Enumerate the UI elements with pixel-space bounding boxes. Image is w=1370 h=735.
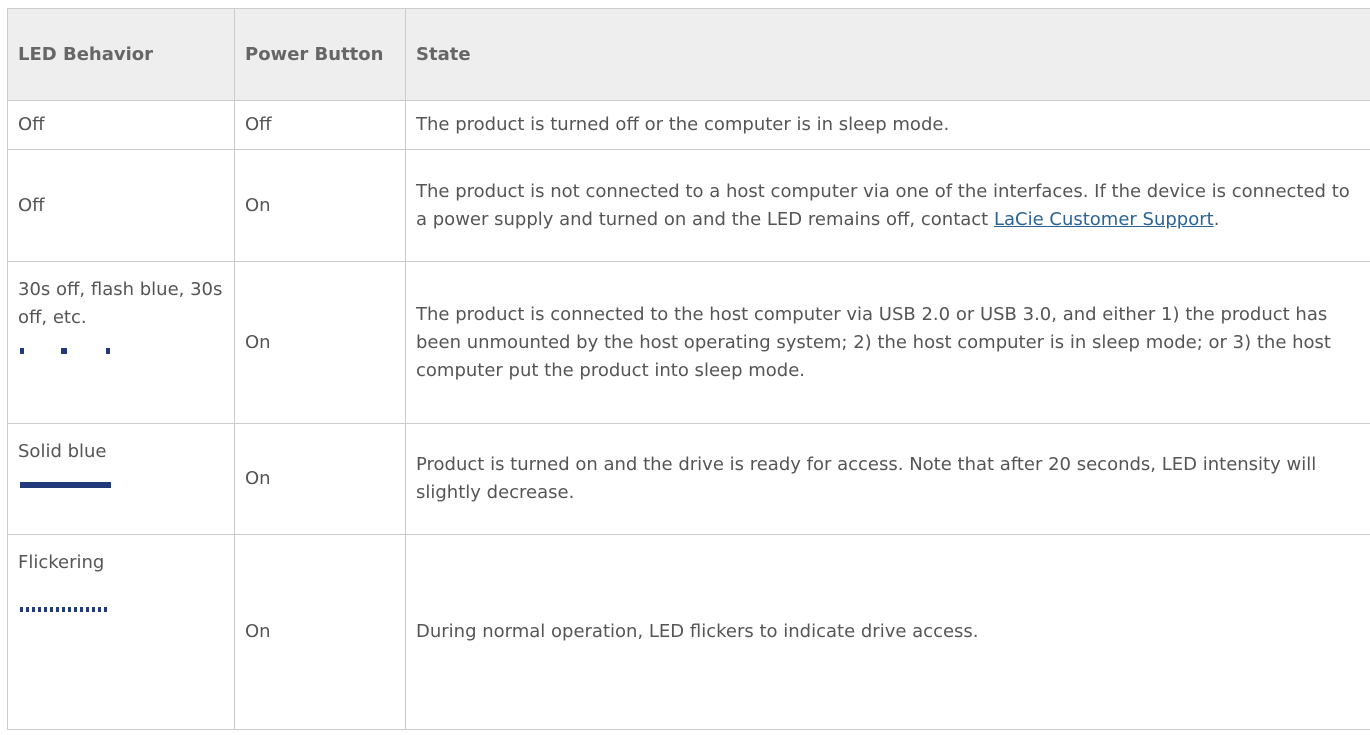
state-cell: The product is turned off or the compute…: [405, 100, 1370, 150]
header-led-behavior: LED Behavior: [7, 8, 235, 101]
table-row: Solid blue On Product is turned on and t…: [7, 423, 1370, 535]
led-behavior-cell: Flickering: [7, 534, 235, 730]
solid-pattern-icon: [18, 482, 224, 488]
led-behavior-label: 30s off, flash blue, 30s off, etc.: [18, 279, 223, 328]
table-row: Off On The product is not connected to a…: [7, 149, 1370, 262]
led-behavior-table: LED Behavior Power Button State Off Off …: [7, 8, 1370, 730]
lacie-customer-support-link[interactable]: LaCie Customer Support: [994, 209, 1214, 230]
state-cell: The product is not connected to a host c…: [405, 149, 1370, 262]
led-behavior-cell: Off: [7, 100, 235, 150]
led-behavior-label: Solid blue: [18, 441, 107, 462]
state-cell: The product is connected to the host com…: [405, 261, 1370, 424]
state-cell: Product is turned on and the drive is re…: [405, 423, 1370, 535]
table-header-row: LED Behavior Power Button State: [7, 8, 1370, 101]
state-text-end: .: [1213, 208, 1220, 230]
power-button-cell: On: [234, 534, 406, 730]
header-state: State: [405, 8, 1370, 101]
blink-pattern-icon: [18, 348, 224, 354]
power-button-cell: On: [234, 149, 406, 262]
power-button-cell: On: [234, 423, 406, 535]
led-behavior-label: Flickering: [18, 552, 105, 573]
led-behavior-cell: Solid blue: [7, 423, 235, 535]
flicker-pattern-icon: [18, 593, 224, 612]
table-row: Flickering On During normal operation, L…: [7, 534, 1370, 730]
table-row: 30s off, flash blue, 30s off, etc. On Th…: [7, 261, 1370, 424]
led-behavior-cell: Off: [7, 149, 235, 262]
power-button-cell: On: [234, 261, 406, 424]
power-button-cell: Off: [234, 100, 406, 150]
led-behavior-cell: 30s off, flash blue, 30s off, etc.: [7, 261, 235, 424]
state-cell: During normal operation, LED flickers to…: [405, 534, 1370, 730]
table-row: Off Off The product is turned off or the…: [7, 100, 1370, 150]
header-power-button: Power Button: [234, 8, 406, 101]
